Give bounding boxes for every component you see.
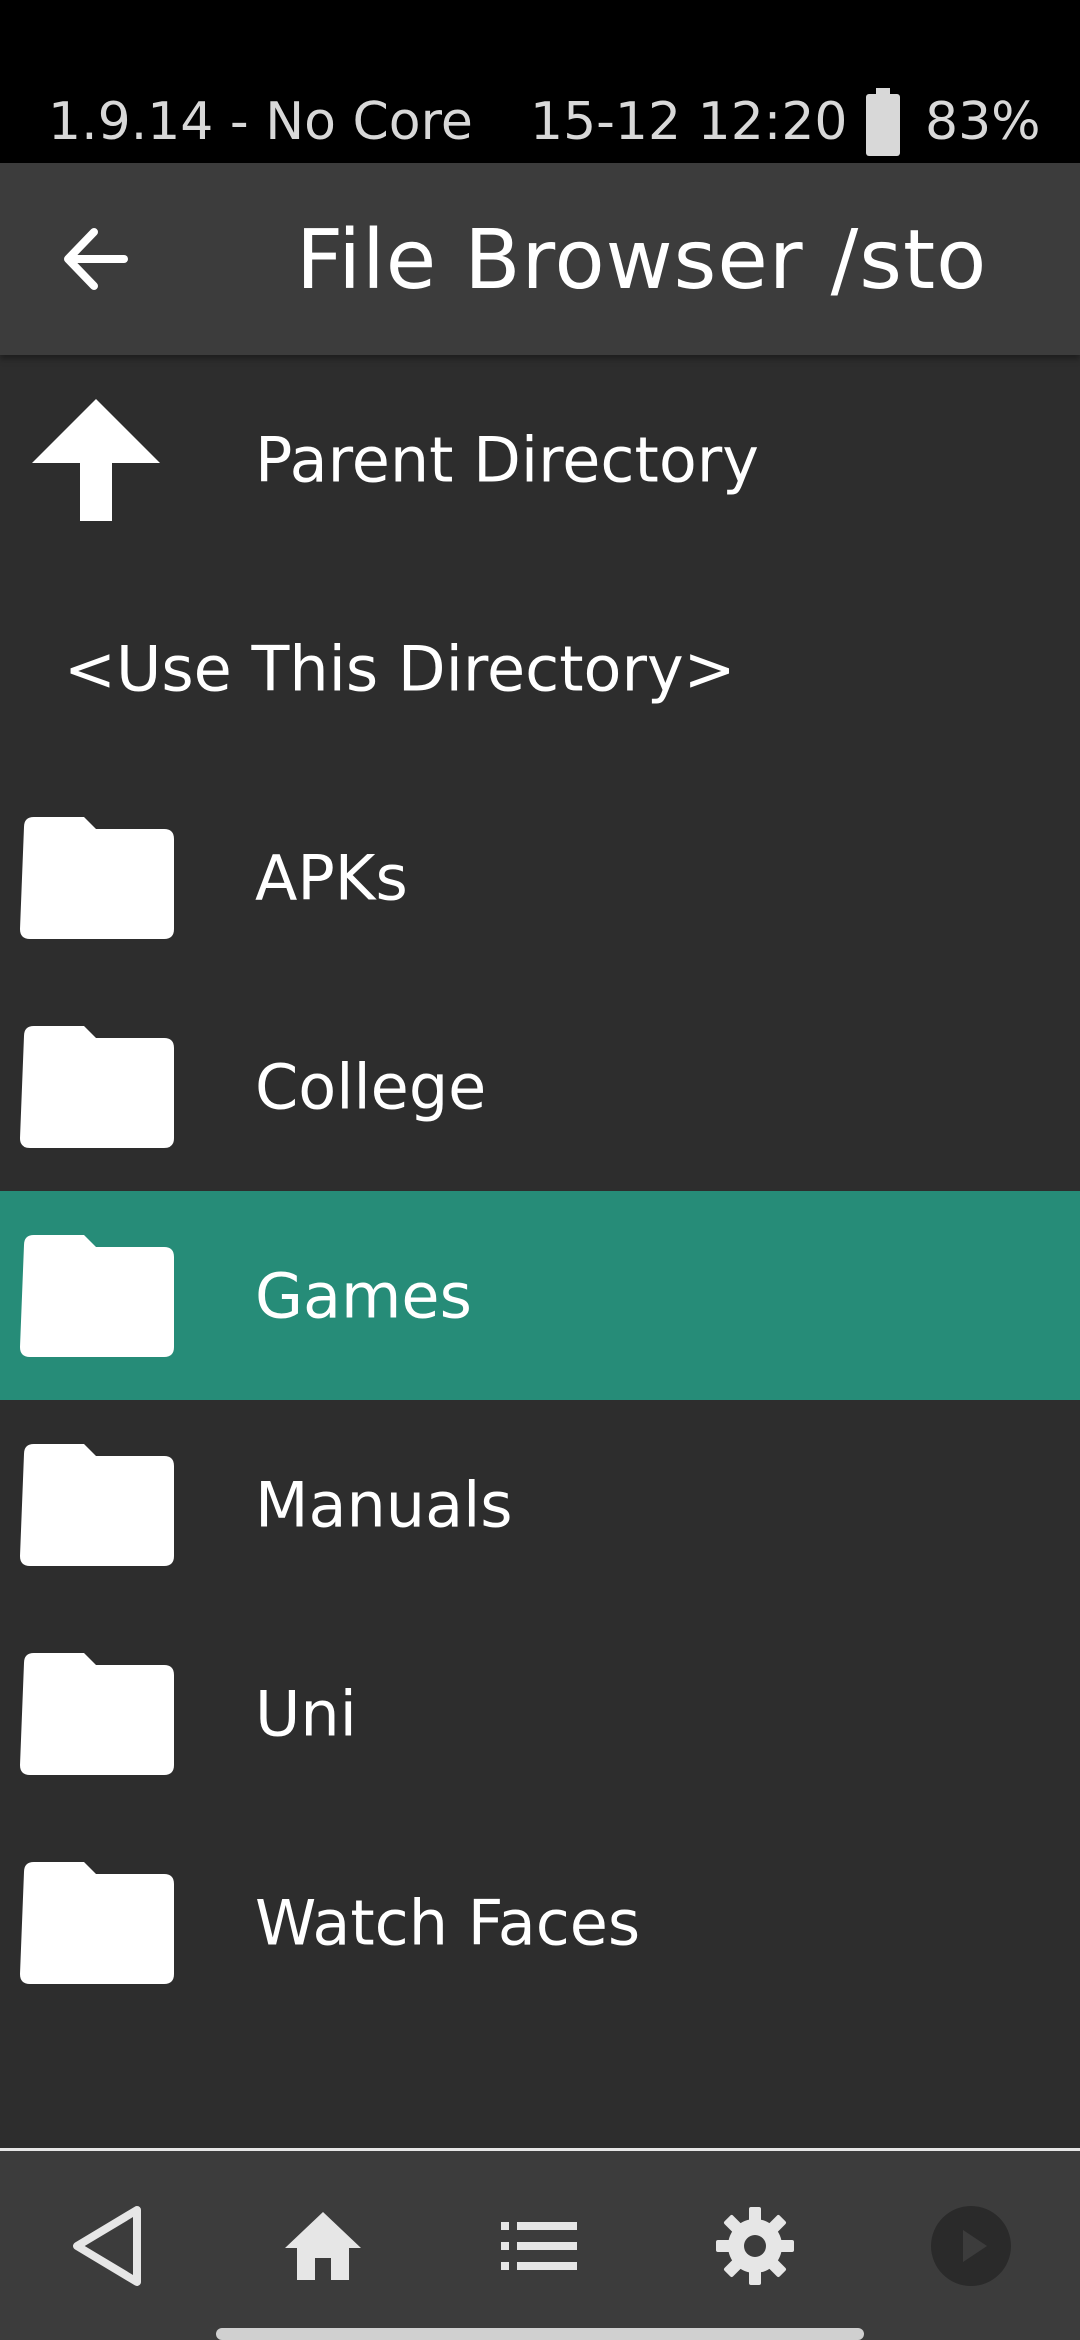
file-list: Parent Directory <Use This Directory> AP… [0, 355, 1080, 2027]
folder-icon [20, 816, 174, 939]
folder-icon [20, 1443, 174, 1566]
list-item-folder[interactable]: Watch Faces [0, 1818, 1080, 2027]
back-button[interactable] [40, 209, 150, 309]
list-item-folder[interactable]: Uni [0, 1609, 1080, 1818]
datetime-text: 15-12 12:20 [530, 92, 848, 152]
page-title: File Browser /sto [296, 213, 988, 308]
battery-percent: 83% [925, 92, 1041, 152]
play-icon [931, 2206, 1011, 2286]
gear-icon [716, 2207, 794, 2285]
nav-list-button[interactable] [484, 2191, 594, 2301]
home-icon [285, 2212, 361, 2280]
folder-icon [20, 1025, 174, 1148]
battery-icon [866, 88, 900, 156]
list-item-label: Manuals [255, 1468, 513, 1541]
list-item-folder-selected[interactable]: Games [0, 1191, 1080, 1400]
nav-home-button[interactable] [268, 2191, 378, 2301]
list-item-label: APKs [255, 841, 408, 914]
list-icon [501, 2222, 577, 2270]
nav-play-button[interactable] [916, 2191, 1026, 2301]
arrow-left-icon [64, 228, 128, 290]
nav-back-button[interactable] [52, 2191, 162, 2301]
home-indicator[interactable] [216, 2328, 864, 2340]
core-status-text: 1.9.14 - No Core [48, 92, 473, 152]
list-item-label: Uni [255, 1677, 357, 1750]
list-item-folder[interactable]: College [0, 982, 1080, 1191]
list-item-folder[interactable]: Manuals [0, 1400, 1080, 1609]
nav-settings-button[interactable] [700, 2191, 810, 2301]
folder-icon [20, 1652, 174, 1775]
folder-icon [20, 1234, 174, 1357]
arrow-up-icon [32, 398, 160, 521]
list-item-label: College [255, 1050, 487, 1123]
status-bar: 1.9.14 - No Core 15-12 12:20 83% [0, 0, 1080, 163]
list-item-label: Parent Directory [255, 423, 759, 496]
back-triangle-icon [73, 2206, 141, 2286]
list-item-parent-directory[interactable]: Parent Directory [0, 355, 1080, 564]
list-item-use-this-directory[interactable]: <Use This Directory> [0, 564, 1080, 773]
list-item-label: Games [255, 1259, 472, 1332]
list-item-label: <Use This Directory> [64, 632, 736, 705]
bottom-nav-bar [0, 2148, 1080, 2340]
folder-icon [20, 1861, 174, 1984]
list-item-label: Watch Faces [255, 1886, 641, 1959]
list-item-folder[interactable]: APKs [0, 773, 1080, 982]
app-bar: File Browser /sto [0, 163, 1080, 355]
